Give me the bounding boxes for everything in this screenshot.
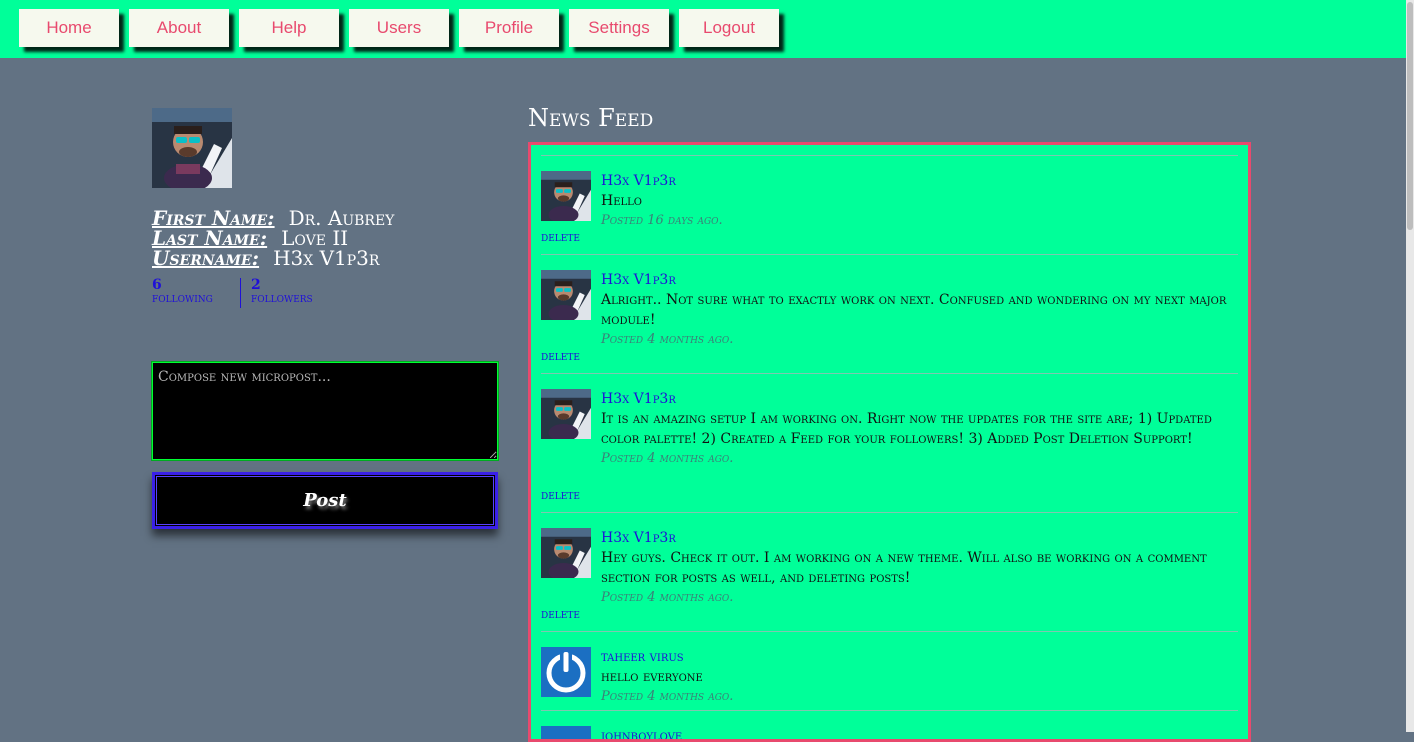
post-username-link[interactable]: H3x V1p3r — [601, 270, 1231, 290]
feed-divider — [541, 373, 1238, 374]
profile-avatar — [152, 108, 232, 188]
post-timestamp: Posted 4 months ago. — [601, 332, 734, 347]
first-name-row: First Name: Dr. Aubrey — [152, 208, 394, 228]
post-content: Alright.. Not sure what to exactly work … — [601, 292, 1227, 328]
nav-profile-button[interactable]: Profile — [459, 9, 559, 47]
nav-logout-button[interactable]: Logout — [679, 9, 779, 47]
post-avatar[interactable] — [541, 726, 591, 739]
following-stat[interactable]: 6 following — [152, 278, 213, 306]
profile-avatar-image — [152, 108, 232, 188]
post-avatar[interactable] — [541, 647, 591, 697]
user-avatar-image — [541, 389, 591, 439]
scrollbar-thumb[interactable] — [1407, 2, 1413, 230]
post-button[interactable]: Post — [152, 472, 498, 529]
post-timestamp: Posted 4 months ago. — [601, 451, 734, 466]
post-avatar[interactable] — [541, 171, 591, 221]
delete-post-link[interactable]: delete — [541, 488, 580, 504]
nav-settings-button[interactable]: Settings — [569, 9, 669, 47]
user-avatar-image — [541, 270, 591, 320]
feed-divider — [541, 512, 1238, 513]
news-feed: H3x V1p3r Hello Posted 16 days ago. dele… — [528, 142, 1251, 742]
post-username-link[interactable]: taheer virus — [601, 647, 1231, 667]
post-username-link[interactable]: H3x V1p3r — [601, 171, 1231, 191]
post-avatar[interactable] — [541, 528, 591, 578]
post-body: H3x V1p3r Alright.. Not sure what to exa… — [601, 270, 1231, 349]
nav-about-button[interactable]: About — [129, 9, 229, 47]
followers-stat[interactable]: 2 followers — [251, 278, 313, 306]
post-button-label: Post — [303, 490, 347, 511]
post-timestamp: Posted 4 months ago. — [601, 590, 734, 605]
post-body: taheer virus hello everyone Posted 4 mon… — [601, 647, 1231, 706]
post-timestamp: Posted 4 months ago. — [601, 689, 734, 704]
post-content: Hello — [601, 193, 642, 209]
username-value: H3x V1p3r — [273, 246, 380, 270]
top-navbar: Home About Help Users Profile Settings L… — [0, 0, 1406, 58]
nav-home-button[interactable]: Home — [19, 9, 119, 47]
user-avatar-image — [541, 726, 591, 739]
post-avatar[interactable] — [541, 389, 591, 439]
post-body: H3x V1p3r It is an amazing setup I am wo… — [601, 389, 1231, 468]
post-content: hello everyone — [601, 669, 703, 685]
post-username-link[interactable]: johnboylove — [601, 726, 1231, 739]
page-scrollbar[interactable] — [1406, 0, 1414, 732]
following-label: following — [152, 291, 213, 306]
delete-post-link[interactable]: delete — [541, 230, 580, 246]
post-content: Hey guys. Check it out. I am working on … — [601, 550, 1207, 586]
post-body: johnboylove — [601, 726, 1231, 739]
news-feed-title: News Feed — [528, 104, 654, 132]
post-username-link[interactable]: H3x V1p3r — [601, 389, 1231, 409]
power-avatar-icon — [541, 647, 591, 697]
feed-divider — [541, 710, 1238, 711]
post-username-link[interactable]: H3x V1p3r — [601, 528, 1231, 548]
post-avatar[interactable] — [541, 270, 591, 320]
user-avatar-image — [541, 528, 591, 578]
post-content: It is an amazing setup I am working on. … — [601, 411, 1212, 447]
feed-divider — [541, 254, 1238, 255]
nav-users-button[interactable]: Users — [349, 9, 449, 47]
post-body: H3x V1p3r Hey guys. Check it out. I am w… — [601, 528, 1231, 607]
last-name-row: Last Name: Love II — [152, 228, 348, 248]
username-row: Username: H3x V1p3r — [152, 248, 379, 268]
delete-post-link[interactable]: delete — [541, 607, 580, 623]
stats-divider — [240, 278, 241, 308]
nav-help-button[interactable]: Help — [239, 9, 339, 47]
compose-micropost-input[interactable] — [151, 361, 499, 461]
user-avatar-image — [541, 171, 591, 221]
username-label: Username: — [152, 246, 260, 270]
feed-divider — [541, 631, 1238, 632]
delete-post-link[interactable]: delete — [541, 349, 580, 365]
followers-label: followers — [251, 291, 313, 306]
following-count: 6 — [152, 277, 162, 293]
post-body: H3x V1p3r Hello Posted 16 days ago. — [601, 171, 1231, 230]
feed-divider — [541, 155, 1238, 156]
followers-count: 2 — [251, 277, 261, 293]
post-timestamp: Posted 16 days ago. — [601, 213, 723, 228]
